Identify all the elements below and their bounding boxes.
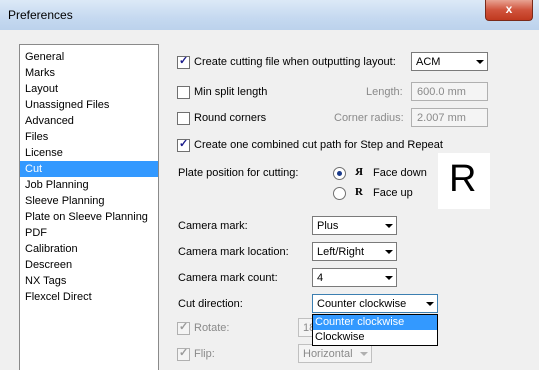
face-up-radio[interactable]: [333, 187, 346, 200]
length-label: Length:: [366, 86, 403, 98]
nav-item-plate-on-sleeve-planning[interactable]: Plate on Sleeve Planning: [20, 209, 158, 225]
face-down-radio[interactable]: [333, 167, 346, 180]
nav-item-advanced[interactable]: Advanced: [20, 113, 158, 129]
face-up-icon: R: [355, 186, 363, 198]
chevron-down-icon: [421, 295, 437, 312]
chevron-down-icon: [380, 269, 396, 286]
camera-mark-location-select[interactable]: Left/Right: [312, 242, 397, 261]
nav-item-descreen[interactable]: Descreen: [20, 257, 158, 273]
nav-item-flexcel-direct[interactable]: Flexcel Direct: [20, 289, 158, 305]
camera-mark-label: Camera mark:: [178, 220, 248, 232]
nav-item-layout[interactable]: Layout: [20, 81, 158, 97]
chevron-down-icon: [471, 53, 487, 70]
preview-glyph: R: [449, 158, 477, 200]
create-cutting-file-checkbox[interactable]: [177, 54, 190, 69]
close-button[interactable]: x: [485, 0, 533, 21]
chevron-down-icon: [380, 217, 396, 234]
round-corners-label: Round corners: [194, 112, 267, 124]
rotate-checkbox[interactable]: [177, 320, 190, 335]
flip-select[interactable]: Horizontal: [298, 344, 372, 363]
nav-item-pdf[interactable]: PDF: [20, 225, 158, 241]
camera-mark-count-select[interactable]: 4: [312, 268, 397, 287]
length-value: 600.0 mm: [417, 86, 466, 98]
plate-orientation-preview: R: [438, 153, 490, 209]
nav-item-cut[interactable]: Cut: [20, 161, 158, 177]
nav-item-files[interactable]: Files: [20, 129, 158, 145]
nav-item-license[interactable]: License: [20, 145, 158, 161]
nav-item-unassigned-files[interactable]: Unassigned Files: [20, 97, 158, 113]
cut-direction-label: Cut direction:: [178, 298, 243, 310]
plate-position-label: Plate position for cutting:: [178, 167, 299, 179]
cut-direction-select[interactable]: Counter clockwise: [312, 294, 438, 313]
face-down-icon: R: [355, 166, 363, 178]
round-corners-checkbox[interactable]: [177, 112, 190, 125]
nav-item-job-planning[interactable]: Job Planning: [20, 177, 158, 193]
combined-cut-path-checkbox[interactable]: [177, 137, 190, 152]
combined-cut-path-label: Create one combined cut path for Step an…: [194, 139, 443, 151]
close-icon: x: [505, 2, 513, 16]
corner-radius-field[interactable]: 2.007 mm: [411, 108, 488, 127]
chevron-down-icon: [355, 345, 371, 362]
create-cutting-file-label: Create cutting file when outputting layo…: [194, 56, 396, 68]
cut-direction-dropdown-list: Counter clockwise Clockwise: [312, 314, 438, 346]
dropdown-option-counter-clockwise[interactable]: Counter clockwise: [313, 315, 437, 330]
flip-checkbox[interactable]: [177, 346, 190, 361]
nav-item-nx-tags[interactable]: NX Tags: [20, 273, 158, 289]
chevron-down-icon: [380, 243, 396, 260]
dropdown-option-clockwise[interactable]: Clockwise: [313, 330, 437, 345]
nav-item-calibration[interactable]: Calibration: [20, 241, 158, 257]
length-field[interactable]: 600.0 mm: [411, 82, 488, 101]
cutting-format-select[interactable]: ACM: [411, 52, 488, 71]
min-split-length-label: Min split length: [194, 86, 268, 98]
nav-item-sleeve-planning[interactable]: Sleeve Planning: [20, 193, 158, 209]
category-list[interactable]: General Marks Layout Unassigned Files Ad…: [19, 44, 159, 370]
face-down-label: Face down: [373, 167, 427, 179]
corner-radius-label: Corner radius:: [334, 112, 404, 124]
title-bar: Preferences x: [0, 0, 539, 31]
rotate-label: Rotate:: [194, 322, 230, 334]
camera-mark-select[interactable]: Plus: [312, 216, 397, 235]
camera-mark-location-label: Camera mark location:: [178, 246, 289, 258]
cutting-format-value: ACM: [416, 56, 441, 68]
window-title: Preferences: [8, 8, 73, 22]
camera-mark-count-label: Camera mark count:: [178, 272, 278, 284]
min-split-length-checkbox[interactable]: [177, 86, 190, 99]
cut-direction-value: Counter clockwise: [317, 298, 407, 310]
camera-mark-value: Plus: [317, 220, 339, 232]
corner-radius-value: 2.007 mm: [417, 112, 466, 124]
flip-value: Horizontal: [303, 348, 353, 360]
camera-mark-count-value: 4: [317, 272, 324, 284]
flip-label: Flip:: [194, 348, 215, 360]
face-up-label: Face up: [373, 187, 413, 199]
camera-mark-location-value: Left/Right: [317, 246, 365, 258]
nav-item-general[interactable]: General: [20, 49, 158, 65]
nav-item-marks[interactable]: Marks: [20, 65, 158, 81]
